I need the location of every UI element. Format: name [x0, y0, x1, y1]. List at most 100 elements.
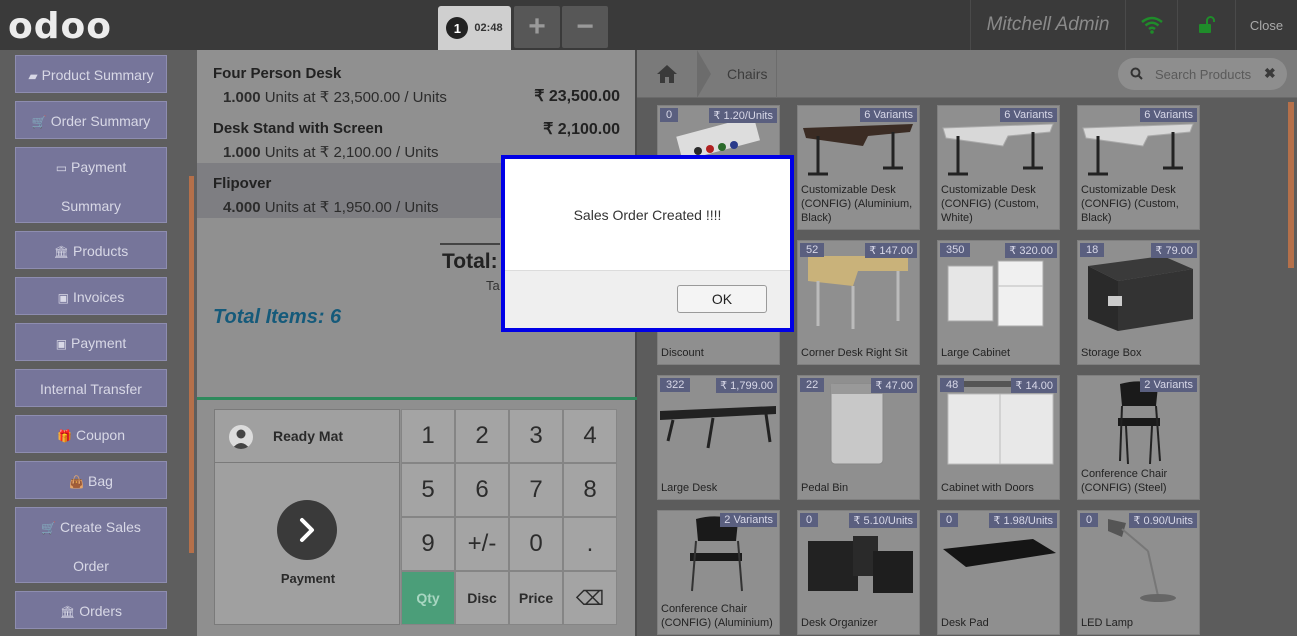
product-card[interactable]: 6 Variants Customizable Desk (CONFIG) (C…: [1077, 105, 1200, 230]
payment-button[interactable]: ▣ Payment: [15, 323, 167, 361]
breadcrumb-category[interactable]: Chairs: [727, 66, 767, 82]
numpad-key-2[interactable]: 2: [455, 409, 509, 463]
sidebar-item-label: Invoices: [72, 289, 125, 305]
unlock-icon[interactable]: [1177, 0, 1235, 50]
breadcrumb: Chairs Search Products ✖: [637, 50, 1297, 98]
line-info: 1.000 Units at ₹ 2,100.00 / Units: [223, 143, 439, 161]
remove-order-button[interactable]: −: [562, 6, 608, 48]
numpad-key-dot[interactable]: .: [563, 517, 617, 571]
product-name: Storage Box: [1081, 347, 1142, 359]
price-badge: ₹ 1.98/Units: [989, 513, 1057, 528]
product-card[interactable]: 0 ₹ 5.10/Units Desk Organizer: [797, 510, 920, 635]
cart-icon: 🛒: [31, 115, 47, 129]
numpad-key-7[interactable]: 7: [509, 463, 563, 517]
product-summary-button[interactable]: ▰ Product Summary: [15, 55, 167, 93]
sidebar-item-label: Create Sales: [60, 519, 141, 535]
sidebar-item-label: Product Summary: [41, 67, 154, 83]
payment-label: Payment: [280, 571, 336, 586]
bag-button[interactable]: 👜 Bag: [15, 461, 167, 499]
order-line[interactable]: Four Person Desk 1.000 Units at ₹ 23,500…: [197, 53, 637, 108]
price-mode-button[interactable]: Price: [509, 571, 563, 625]
numpad-key-4[interactable]: 4: [563, 409, 617, 463]
backspace-icon[interactable]: ⌫: [563, 571, 617, 625]
stock-badge: 0: [940, 513, 959, 527]
stock-badge: 18: [1080, 243, 1105, 257]
numpad-key-6[interactable]: 6: [455, 463, 509, 517]
products-area: Chairs Search Products ✖ 0 ₹ 1.20/Units …: [637, 50, 1297, 636]
coupon-button[interactable]: 🎁 Coupon: [15, 415, 167, 453]
variants-badge: 2 Variants: [720, 513, 777, 527]
products-scrollbar[interactable]: [1288, 102, 1294, 268]
internal-transfer-button[interactable]: Internal Transfer: [15, 369, 167, 407]
line-qty: 4.000: [223, 199, 261, 216]
invoices-button[interactable]: ▣ Invoices: [15, 277, 167, 315]
price-badge: ₹ 79.00: [1151, 243, 1197, 258]
numpad-key-1[interactable]: 1: [401, 409, 455, 463]
create-sales-order-button[interactable]: 🛒 Create Sales Order: [15, 507, 167, 583]
wifi-icon: [1125, 0, 1177, 50]
line-product-name: Flipover: [213, 175, 272, 192]
popup-footer: OK: [505, 270, 790, 328]
price-badge: ₹ 1.20/Units: [709, 108, 777, 123]
line-product-name: Four Person Desk: [213, 65, 342, 82]
order-summary-button[interactable]: 🛒 Order Summary: [15, 101, 167, 139]
product-name: Pedal Bin: [801, 482, 849, 494]
qty-mode-button[interactable]: Qty: [401, 571, 455, 625]
disc-mode-button[interactable]: Disc: [455, 571, 509, 625]
product-name: Customizable Desk (CONFIG) (Custom, Blac…: [1081, 184, 1179, 224]
add-order-button[interactable]: +: [514, 6, 560, 48]
products-button[interactable]: 🏛 Products: [15, 231, 167, 269]
product-card[interactable]: 350 ₹ 320.00 Large Cabinet: [937, 240, 1060, 365]
product-name: Cabinet with Doors: [941, 482, 1034, 494]
sidebar-scrollbar[interactable]: [189, 176, 194, 553]
clear-search-icon[interactable]: ✖: [1264, 65, 1276, 82]
product-card[interactable]: 52 ₹ 147.00 Corner Desk Right Sit: [797, 240, 920, 365]
line-price: ₹ 23,500.00: [534, 88, 620, 105]
numpad: 1 2 3 4 5 6 7 8 9 +/- 0 . Qty Disc Price…: [401, 409, 619, 625]
numpad-key-9[interactable]: 9: [401, 517, 455, 571]
order-time: 02:48: [474, 22, 503, 34]
payment-summary-button[interactable]: ▭ Payment Summary: [15, 147, 167, 223]
numpad-key-8[interactable]: 8: [563, 463, 617, 517]
numpad-key-3[interactable]: 3: [509, 409, 563, 463]
numpad-key-5[interactable]: 5: [401, 463, 455, 517]
bank-icon: 🏛: [53, 245, 69, 259]
user-name: Mitchell Admin: [970, 0, 1125, 50]
product-name: Desk Pad: [941, 617, 989, 629]
stock-badge: 0: [1080, 513, 1099, 527]
numpad-key-plus-minus[interactable]: +/-: [455, 517, 509, 571]
product-card[interactable]: 6 Variants Customizable Desk (CONFIG) (A…: [797, 105, 920, 230]
search-input[interactable]: Search Products ✖: [1118, 58, 1287, 90]
variants-badge: 6 Variants: [1000, 108, 1057, 122]
product-card[interactable]: 22 ₹ 47.00 Pedal Bin: [797, 375, 920, 500]
close-button[interactable]: Close: [1235, 0, 1297, 50]
home-icon[interactable]: [637, 50, 697, 98]
sidebar-item-label: Internal Transfer: [40, 381, 142, 397]
product-card[interactable]: 18 ₹ 79.00 Storage Box: [1077, 240, 1200, 365]
product-card[interactable]: 322 ₹ 1,799.00 Large Desk: [657, 375, 780, 500]
line-qty: 1.000: [223, 144, 261, 161]
stock-badge: 52: [800, 243, 825, 257]
product-card[interactable]: 2 Variants Conference Chair (CONFIG) (Al…: [657, 510, 780, 635]
product-card[interactable]: 0 ₹ 0.90/Units LED Lamp: [1077, 510, 1200, 635]
customer-button[interactable]: Ready Mat: [214, 409, 400, 463]
product-card[interactable]: 2 Variants Conference Chair (CONFIG) (St…: [1077, 375, 1200, 500]
product-card[interactable]: 0 ₹ 1.98/Units Desk Pad: [937, 510, 1060, 635]
chevron-right-icon: [277, 500, 337, 560]
order-tab[interactable]: 1 02:48: [438, 6, 511, 50]
stock-badge: 350: [940, 243, 971, 257]
payment-button-large[interactable]: Payment: [214, 463, 400, 625]
money-icon: ▣: [57, 291, 69, 305]
orders-button[interactable]: 🏛 Orders: [15, 591, 167, 629]
line-info: 4.000 Units at ₹ 1,950.00 / Units: [223, 198, 439, 216]
numpad-key-0[interactable]: 0: [509, 517, 563, 571]
stock-badge: 322: [660, 378, 691, 392]
line-info: 1.000 Units at ₹ 23,500.00 / Units: [223, 88, 447, 106]
ok-button[interactable]: OK: [677, 285, 767, 313]
price-badge: ₹ 14.00: [1011, 378, 1057, 393]
product-card[interactable]: 48 ₹ 14.00 Cabinet with Doors: [937, 375, 1060, 500]
product-name: Large Cabinet: [941, 347, 1011, 359]
sidebar-item-label: Orders: [79, 603, 123, 619]
control-panel: Ready Mat Payment 1 2 3 4 5 6 7 8 9 +/- …: [197, 400, 637, 636]
product-card[interactable]: 6 Variants Customizable Desk (CONFIG) (C…: [937, 105, 1060, 230]
